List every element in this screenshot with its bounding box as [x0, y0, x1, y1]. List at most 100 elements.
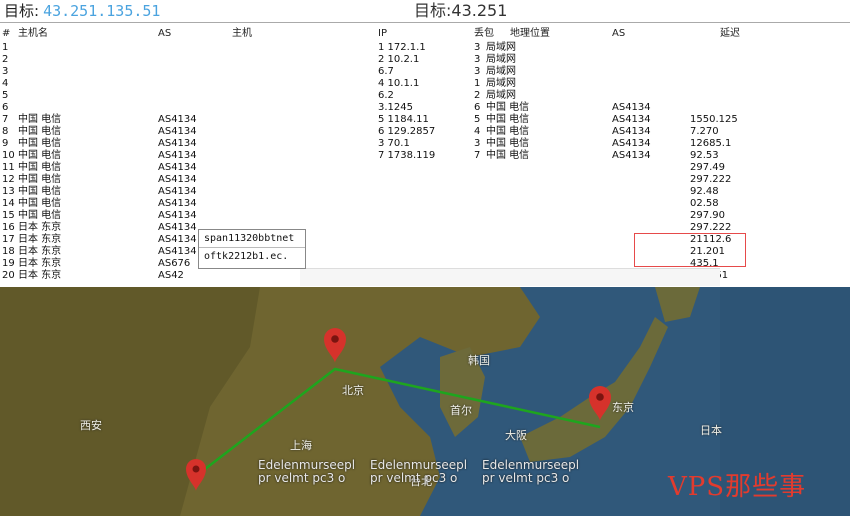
cell-as: AS4134: [158, 114, 197, 125]
pin-beijing[interactable]: [324, 328, 346, 363]
cell-as: AS4134: [158, 126, 197, 137]
cell-loc: 局域网: [486, 42, 516, 53]
map-label-seoul: 首尔: [450, 404, 472, 417]
col-hop[interactable]: #: [2, 28, 10, 39]
cell-as: AS4134: [158, 234, 197, 245]
cell-hop: 10: [2, 150, 15, 161]
title-divider: [0, 22, 850, 23]
col-location[interactable]: 地理位置: [510, 28, 550, 39]
cell-name: 中国 电信: [18, 150, 62, 161]
table-row[interactable]: 1 1 172.1.1 3 局域网: [0, 42, 850, 53]
traceroute-table: # 主机名 AS 主机 IP 丢包 地理位置 AS 延迟 1 1 172.1.1 3…: [0, 24, 850, 286]
cell-loss: 2: [474, 90, 481, 101]
table-row[interactable]: 3 6.7 3 局域网: [0, 66, 850, 77]
col-loss[interactable]: 丢包: [474, 28, 494, 39]
cell-as: AS4134: [158, 162, 197, 173]
table-row[interactable]: 9 中国 电信 AS4134 3 70.1 3 中国 电信 AS4134 12685.1: [0, 138, 850, 149]
cell-name: 中国 电信: [18, 126, 62, 137]
cell-hop: 9: [2, 138, 9, 149]
cell-hop: 6: [2, 102, 9, 113]
table-row[interactable]: 7 中国 电信 AS4134 5 1184.11 5 中国 电信 AS4134 1550.12…: [0, 114, 850, 125]
map-label-xian: 西安: [80, 419, 102, 432]
col-ip[interactable]: IP: [378, 28, 387, 39]
cell-hop: 13: [2, 186, 15, 197]
cell-rtt: 297.90: [690, 210, 725, 221]
cell-rtt: 297.222: [690, 222, 732, 233]
cell-as2: AS4134: [612, 114, 651, 125]
cell-as: AS4134: [158, 222, 197, 233]
col-as[interactable]: AS: [158, 28, 171, 39]
table-row[interactable]: 11 中国 电信 AS4134 297.49: [0, 162, 850, 173]
cell-as: AS42: [158, 270, 184, 281]
col-host[interactable]: 主机: [232, 28, 252, 39]
cell-ip: 7 1738.119: [378, 150, 436, 161]
cell-ip: 2 10.2.1: [378, 54, 420, 65]
cell-hop: 11: [2, 162, 15, 173]
table-row[interactable]: 6 3.1245 6 中国 电信 AS4134: [0, 102, 850, 113]
cell-loc: 局域网: [486, 54, 516, 65]
cell-ip: 3.1245: [378, 102, 413, 113]
col-rtt[interactable]: 延迟: [720, 28, 740, 39]
cell-as: AS4134: [158, 174, 197, 185]
table-row[interactable]: 4 4 10.1.1 1 局域网: [0, 78, 850, 89]
cell-ip: 6 129.2857: [378, 126, 436, 137]
highlight-box: [634, 233, 746, 267]
table-row[interactable]: 15 中国 电信 AS4134 297.90: [0, 210, 850, 221]
pin-origin[interactable]: [186, 459, 206, 491]
table-row[interactable]: 12 中国 电信 AS4134 297.222: [0, 174, 850, 185]
cell-as: AS4134: [158, 186, 197, 197]
cell-rtt: 92.48: [690, 186, 719, 197]
cell-as: AS4134: [158, 138, 197, 149]
cell-rtt: 297.49: [690, 162, 725, 173]
stamp-1-sub: pr velmt pc3 o: [258, 471, 346, 485]
cell-rtt: 1550.125: [690, 114, 738, 125]
cell-hop: 17: [2, 234, 15, 245]
watermark: VPS那些事: [668, 472, 807, 502]
cell-ip: 5 1184.11: [378, 114, 429, 125]
cell-hop: 12: [2, 174, 15, 185]
cell-hop: 18: [2, 246, 15, 257]
map-stamp-2: Edelenmurseepl pr velmt pc3 o: [370, 459, 467, 489]
cell-loss: 5: [474, 114, 481, 125]
cell-name: 中国 电信: [18, 198, 62, 209]
cell-as: AS4134: [158, 150, 197, 161]
map-label-beijing: 北京: [342, 384, 364, 397]
tooltip-line-1: span11320bbtnet: [204, 233, 295, 244]
table-row[interactable]: 10 中国 电信 AS4134 7 1738.119 7 中国 电信 AS4134 92.53: [0, 150, 850, 161]
cell-loss: 7: [474, 150, 481, 161]
cell-as2: AS4134: [612, 102, 651, 113]
table-row[interactable]: 5 6.2 2 局域网: [0, 90, 850, 101]
cell-hop: 20: [2, 270, 15, 281]
cell-rtt: 02.58: [690, 198, 719, 209]
table-row[interactable]: 2 2 10.2.1 3 局域网: [0, 54, 850, 65]
cell-hop: 15: [2, 210, 15, 221]
hostname-tooltip: span11320bbtnet oftk2212b1.ec.: [198, 229, 306, 269]
table-row[interactable]: 13 中国 电信 AS4134 92.48: [0, 186, 850, 197]
map-label-osaka: 大阪: [505, 429, 527, 442]
col-as2[interactable]: AS: [612, 28, 625, 39]
cell-hop: 3: [2, 66, 9, 77]
cell-ip: 4 10.1.1: [378, 78, 420, 89]
table-row[interactable]: 16 日本 东京 AS4134 297.222: [0, 222, 850, 233]
table-row[interactable]: 14 中国 电信 AS4134 02.58: [0, 198, 850, 209]
tooltip-line-2: oftk2212b1.ec.: [199, 247, 305, 265]
target-ip: 43.251: [451, 1, 508, 20]
cell-name: 日本 东京: [18, 222, 62, 233]
cell-ip: 6.7: [378, 66, 394, 77]
table-row[interactable]: 8 中国 电信 AS4134 6 129.2857 4 中国 电信 AS4134 7.270: [0, 126, 850, 137]
col-hostname[interactable]: 主机名: [18, 28, 48, 39]
cell-loss: 3: [474, 54, 481, 65]
cell-rtt: 12685.1: [690, 138, 732, 149]
cell-name: 中国 电信: [18, 114, 62, 125]
source-ip: 43.251.135.51: [43, 2, 161, 20]
cell-ip: 1 172.1.1: [378, 42, 426, 53]
table-header: # 主机名 AS 主机 IP 丢包 地理位置 AS 延迟: [0, 28, 850, 40]
cell-hop: 14: [2, 198, 15, 209]
cell-rtt: 297.222: [690, 174, 732, 185]
pin-tokyo[interactable]: [589, 386, 611, 421]
cell-loss: 1: [474, 78, 481, 89]
cell-loc: 局域网: [486, 78, 516, 89]
cell-name: 日本 东京: [18, 234, 62, 245]
cell-loss: 6: [474, 102, 481, 113]
cell-hop: 2: [2, 54, 9, 65]
